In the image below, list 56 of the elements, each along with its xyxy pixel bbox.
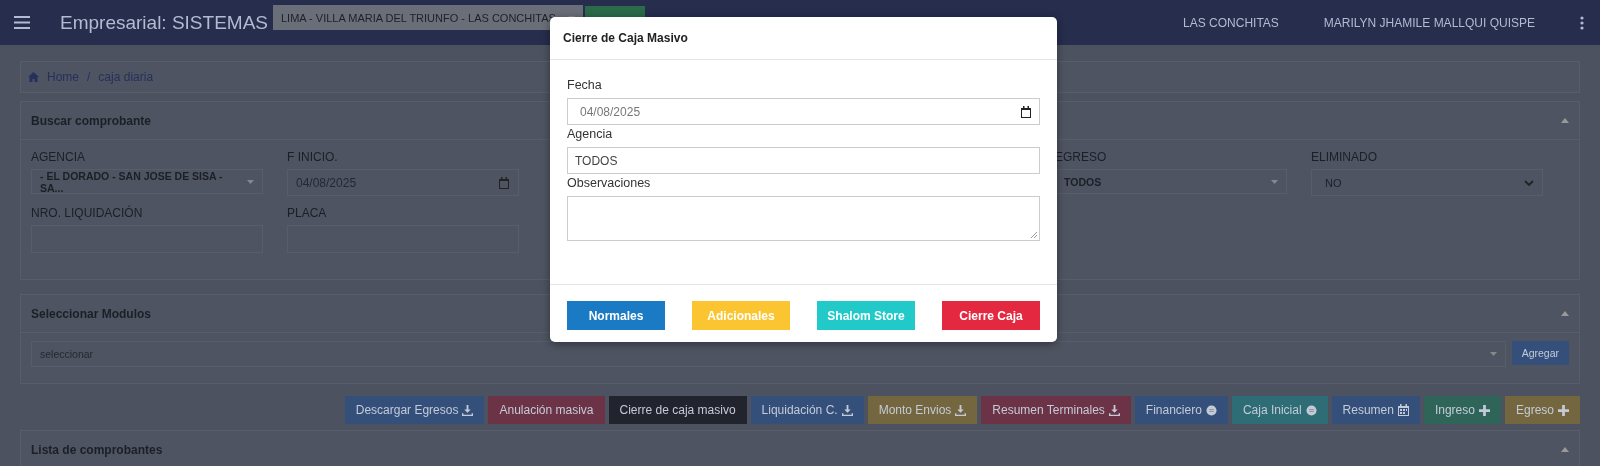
resize-handle-icon[interactable] [1031,232,1037,238]
home-icon [28,72,39,82]
select-field[interactable]: - EL DORADO - SAN JOSE DE SISA - SA... [31,169,263,194]
download-icon [1108,404,1120,416]
action-button[interactable]: Ingreso [1423,396,1501,424]
panel-title: Buscar comprobante [31,113,152,128]
field-label: Observaciones [567,176,652,190]
plus-icon [1558,404,1569,416]
field-label: F INICIO. [287,150,339,164]
action-button[interactable]: Monto Envios [867,396,978,424]
calendar-icon [1397,404,1409,416]
action-button[interactable]: Financiero [1134,396,1228,424]
add-button[interactable]: Agregar [1511,341,1569,365]
modal-button[interactable]: Cierre Caja [942,301,1040,330]
field-label: Fecha [567,78,603,92]
download-icon [841,404,853,416]
collapse-icon[interactable] [1561,311,1569,316]
select-field[interactable]: TODOS [1055,169,1287,194]
panel-title: Lista de comprobantes [31,442,163,457]
field-label: ELIMINADO [1311,150,1378,164]
calendar-icon [1020,105,1032,118]
chevron-icon [1524,179,1534,186]
modal-button[interactable]: Normales [567,301,665,330]
field-label: NRO. LIQUIDACIÓN [31,206,144,220]
field-label: PLACA [287,206,328,220]
action-button[interactable]: Resumen Terminales [981,396,1131,424]
plus-icon [1478,404,1490,416]
download-icon [955,404,967,416]
action-button[interactable]: Cierre de caja masivo [608,396,747,424]
panel-title: Seleccionar Modulos [31,306,152,321]
input-field[interactable]: TODOS [567,147,1040,174]
action-button[interactable]: Egreso [1504,396,1580,424]
menu-icon[interactable] [14,16,30,29]
user-location: LAS CONCHITAS [1183,15,1279,30]
app-title: Empresarial: SISTEMAS [60,11,268,34]
textarea-field[interactable] [567,196,1040,241]
more-icon[interactable] [1580,15,1584,30]
action-button[interactable]: Anulación masiva [488,396,605,424]
circle-icon [1305,404,1317,416]
user-name: MARILYN JHAMILE MALLQUI QUISPE [1323,15,1535,30]
action-button[interactable]: Caja Inicial [1231,396,1328,424]
location-select[interactable]: LIMA - VILLA MARIA DEL TRIUNFO - LAS CONCHITAS [273,5,583,30]
select-field[interactable]: NO [1311,169,1543,196]
collapse-icon[interactable] [1561,447,1569,452]
field-label: AGENCIA [31,150,86,164]
field-label: Agencia [567,127,614,141]
modal-title: Cierre de Caja Masivo [563,31,688,45]
action-button[interactable]: Liquidación C. [750,396,864,424]
action-button[interactable]: Resumen [1331,396,1420,424]
calendar-icon [498,176,510,189]
download-icon [462,404,474,416]
collapse-icon[interactable] [1561,118,1569,123]
date-field[interactable]: 04/08/2025 [567,98,1040,125]
action-button[interactable]: Descargar Egresos [344,396,485,424]
circle-icon [1205,404,1217,416]
breadcrumb-separator: / [87,70,91,84]
